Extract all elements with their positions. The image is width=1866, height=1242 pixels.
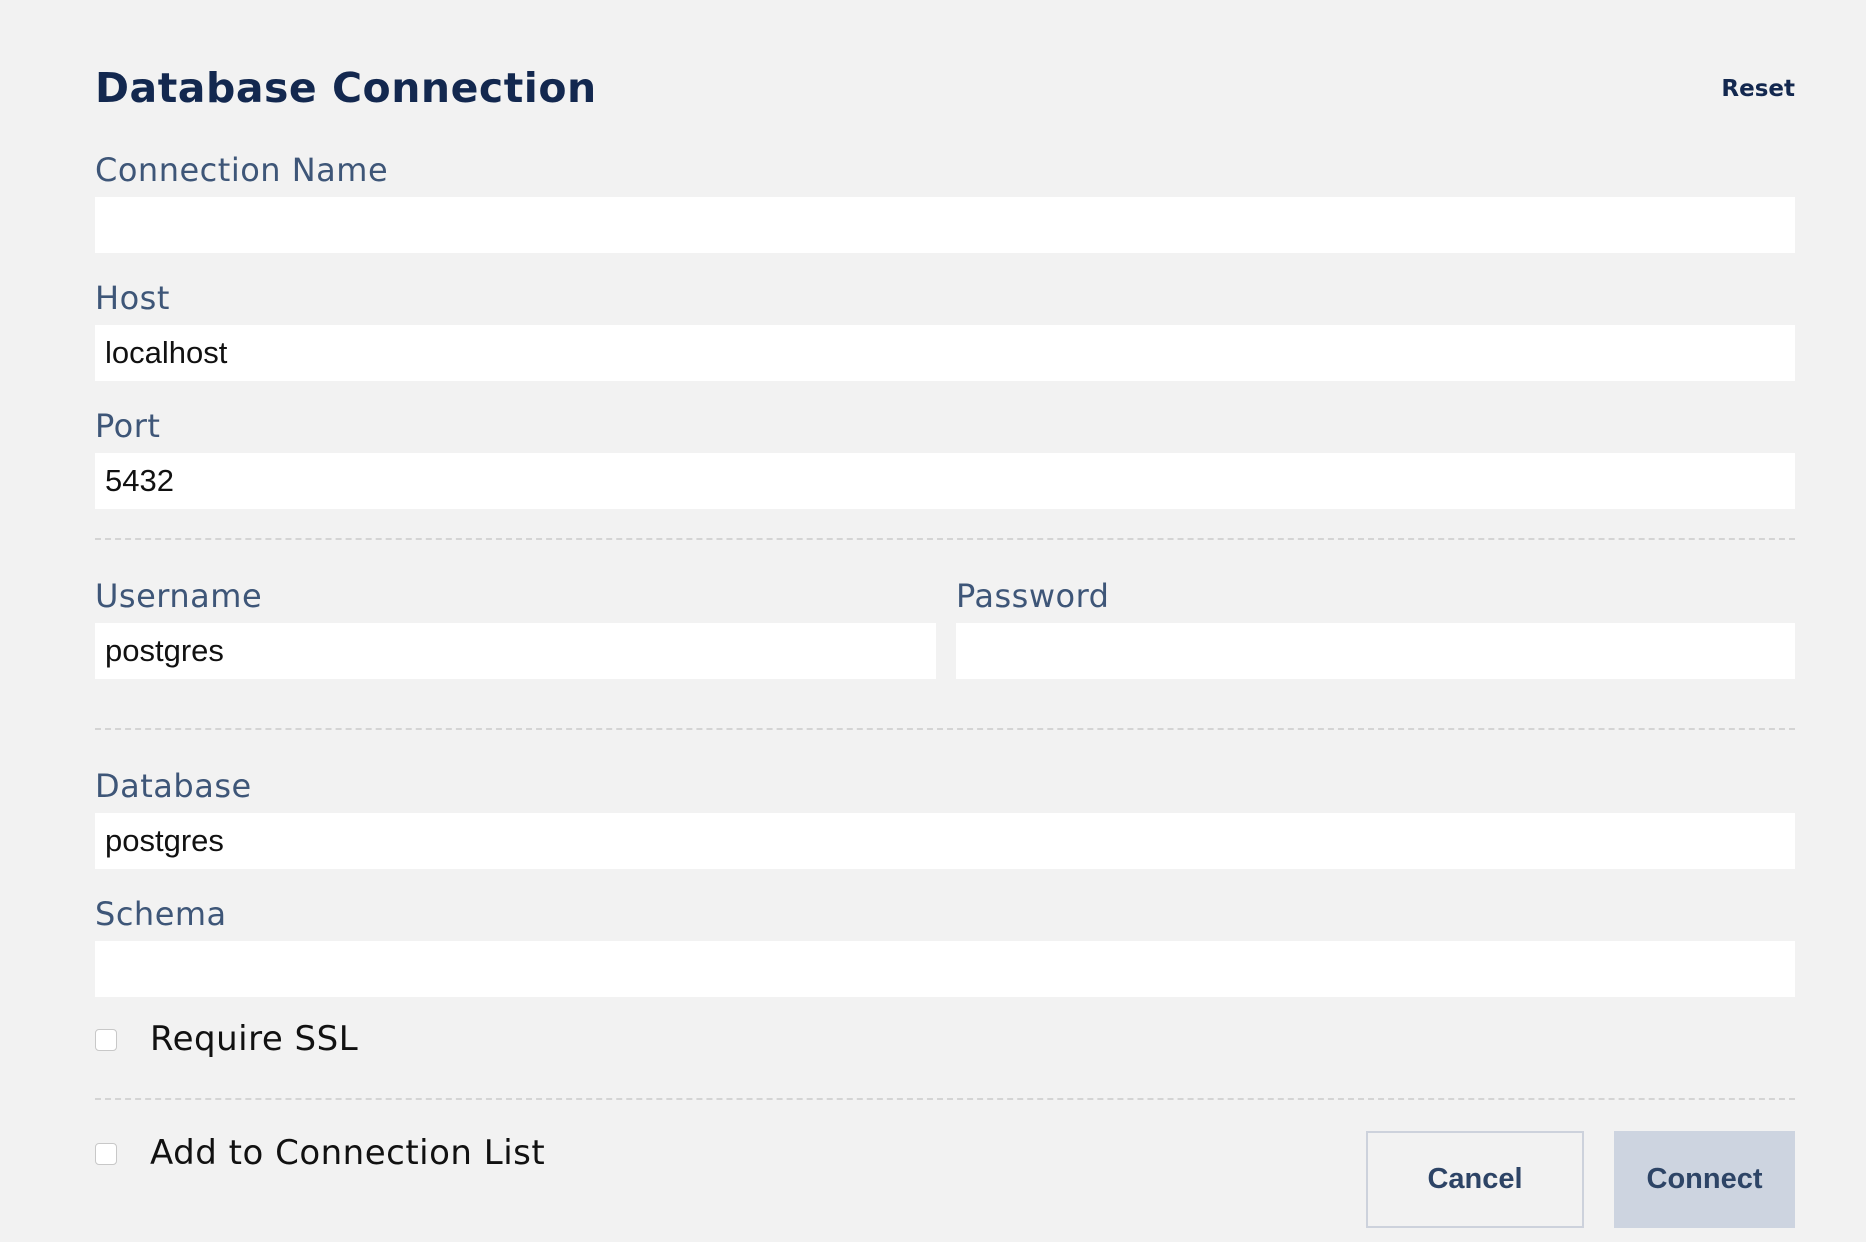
username-input[interactable]	[95, 623, 936, 679]
section-divider	[95, 728, 1795, 730]
database-connection-dialog: Database Connection Reset Connection Nam…	[95, 0, 1795, 1242]
reset-link[interactable]: Reset	[1721, 76, 1795, 102]
require-ssl-checkbox[interactable]	[95, 1029, 117, 1051]
section-divider	[95, 538, 1795, 540]
port-input[interactable]	[95, 453, 1795, 509]
database-label: Database	[95, 767, 252, 805]
connection-name-input[interactable]	[95, 197, 1795, 253]
cancel-button[interactable]: Cancel	[1366, 1131, 1584, 1228]
dialog-title: Database Connection	[95, 64, 597, 112]
add-to-list-checkbox[interactable]	[95, 1143, 117, 1165]
connect-button[interactable]: Connect	[1614, 1131, 1795, 1228]
username-label: Username	[95, 577, 263, 615]
require-ssl-label: Require SSL	[150, 1019, 359, 1059]
host-label: Host	[95, 279, 170, 317]
schema-input[interactable]	[95, 941, 1795, 997]
connection-name-label: Connection Name	[95, 151, 389, 189]
database-input[interactable]	[95, 813, 1795, 869]
host-input[interactable]	[95, 325, 1795, 381]
dialog-header: Database Connection Reset	[95, 58, 1795, 122]
port-label: Port	[95, 407, 161, 445]
password-input[interactable]	[956, 623, 1795, 679]
schema-label: Schema	[95, 895, 227, 933]
section-divider	[95, 1098, 1795, 1100]
add-to-list-label: Add to Connection List	[150, 1133, 546, 1173]
password-label: Password	[956, 577, 1110, 615]
